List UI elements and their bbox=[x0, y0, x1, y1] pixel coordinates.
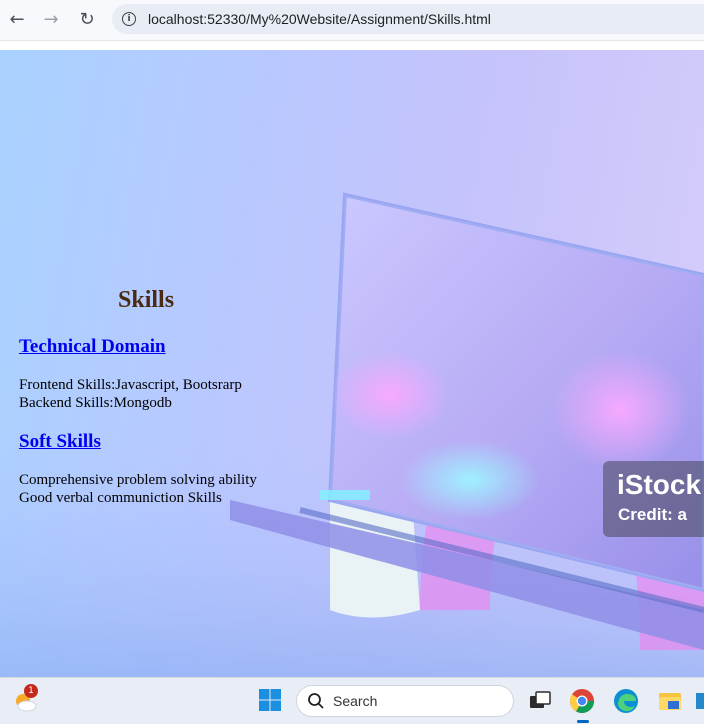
edge-icon[interactable] bbox=[612, 687, 640, 715]
page-viewport: iStock Credit: a Skills Technical Domain… bbox=[0, 50, 704, 677]
soft-skills-link[interactable]: Soft Skills bbox=[19, 431, 101, 453]
backend-skills-text: Backend Skills:Mongodb bbox=[19, 395, 172, 411]
back-arrow-icon[interactable]: ← bbox=[2, 4, 32, 34]
toolbar-divider bbox=[0, 40, 704, 50]
reload-icon[interactable]: ↻ bbox=[72, 4, 102, 34]
page-title: Skills bbox=[118, 287, 175, 313]
vscode-icon[interactable] bbox=[696, 687, 704, 715]
taskbar: 1 Search bbox=[0, 677, 704, 724]
watermark-brand: iStock bbox=[617, 469, 702, 500]
site-info-icon[interactable]: i bbox=[122, 12, 136, 26]
taskbar-search-box[interactable]: Search bbox=[296, 685, 514, 717]
file-explorer-icon[interactable] bbox=[656, 687, 684, 715]
browser-toolbar: ← → ↻ i localhost:52330/My%20Website/Ass… bbox=[0, 0, 704, 40]
verbal-skills-text: Good verbal communiction Skills bbox=[19, 490, 222, 506]
problem-solving-text: Comprehensive problem solving ability bbox=[19, 472, 257, 488]
search-label: Search bbox=[333, 693, 378, 709]
task-view-icon[interactable] bbox=[526, 687, 554, 715]
frontend-skills-text: Frontend Skills:Javascript, Bootsrarp bbox=[19, 377, 242, 393]
url-text[interactable]: localhost:52330/My%20Website/Assignment/… bbox=[148, 11, 491, 27]
chrome-icon[interactable] bbox=[568, 687, 596, 715]
address-bar[interactable]: i localhost:52330/My%20Website/Assignmen… bbox=[112, 4, 704, 34]
forward-arrow-icon[interactable]: → bbox=[36, 4, 66, 34]
laptop-background-image bbox=[0, 192, 704, 677]
search-icon bbox=[308, 693, 324, 709]
notification-badge: 1 bbox=[24, 684, 38, 698]
technical-domain-link[interactable]: Technical Domain bbox=[19, 336, 166, 358]
windows-start-icon[interactable] bbox=[258, 688, 282, 712]
watermark: iStock Credit: a bbox=[603, 461, 704, 537]
watermark-credit: Credit: a bbox=[618, 505, 687, 524]
